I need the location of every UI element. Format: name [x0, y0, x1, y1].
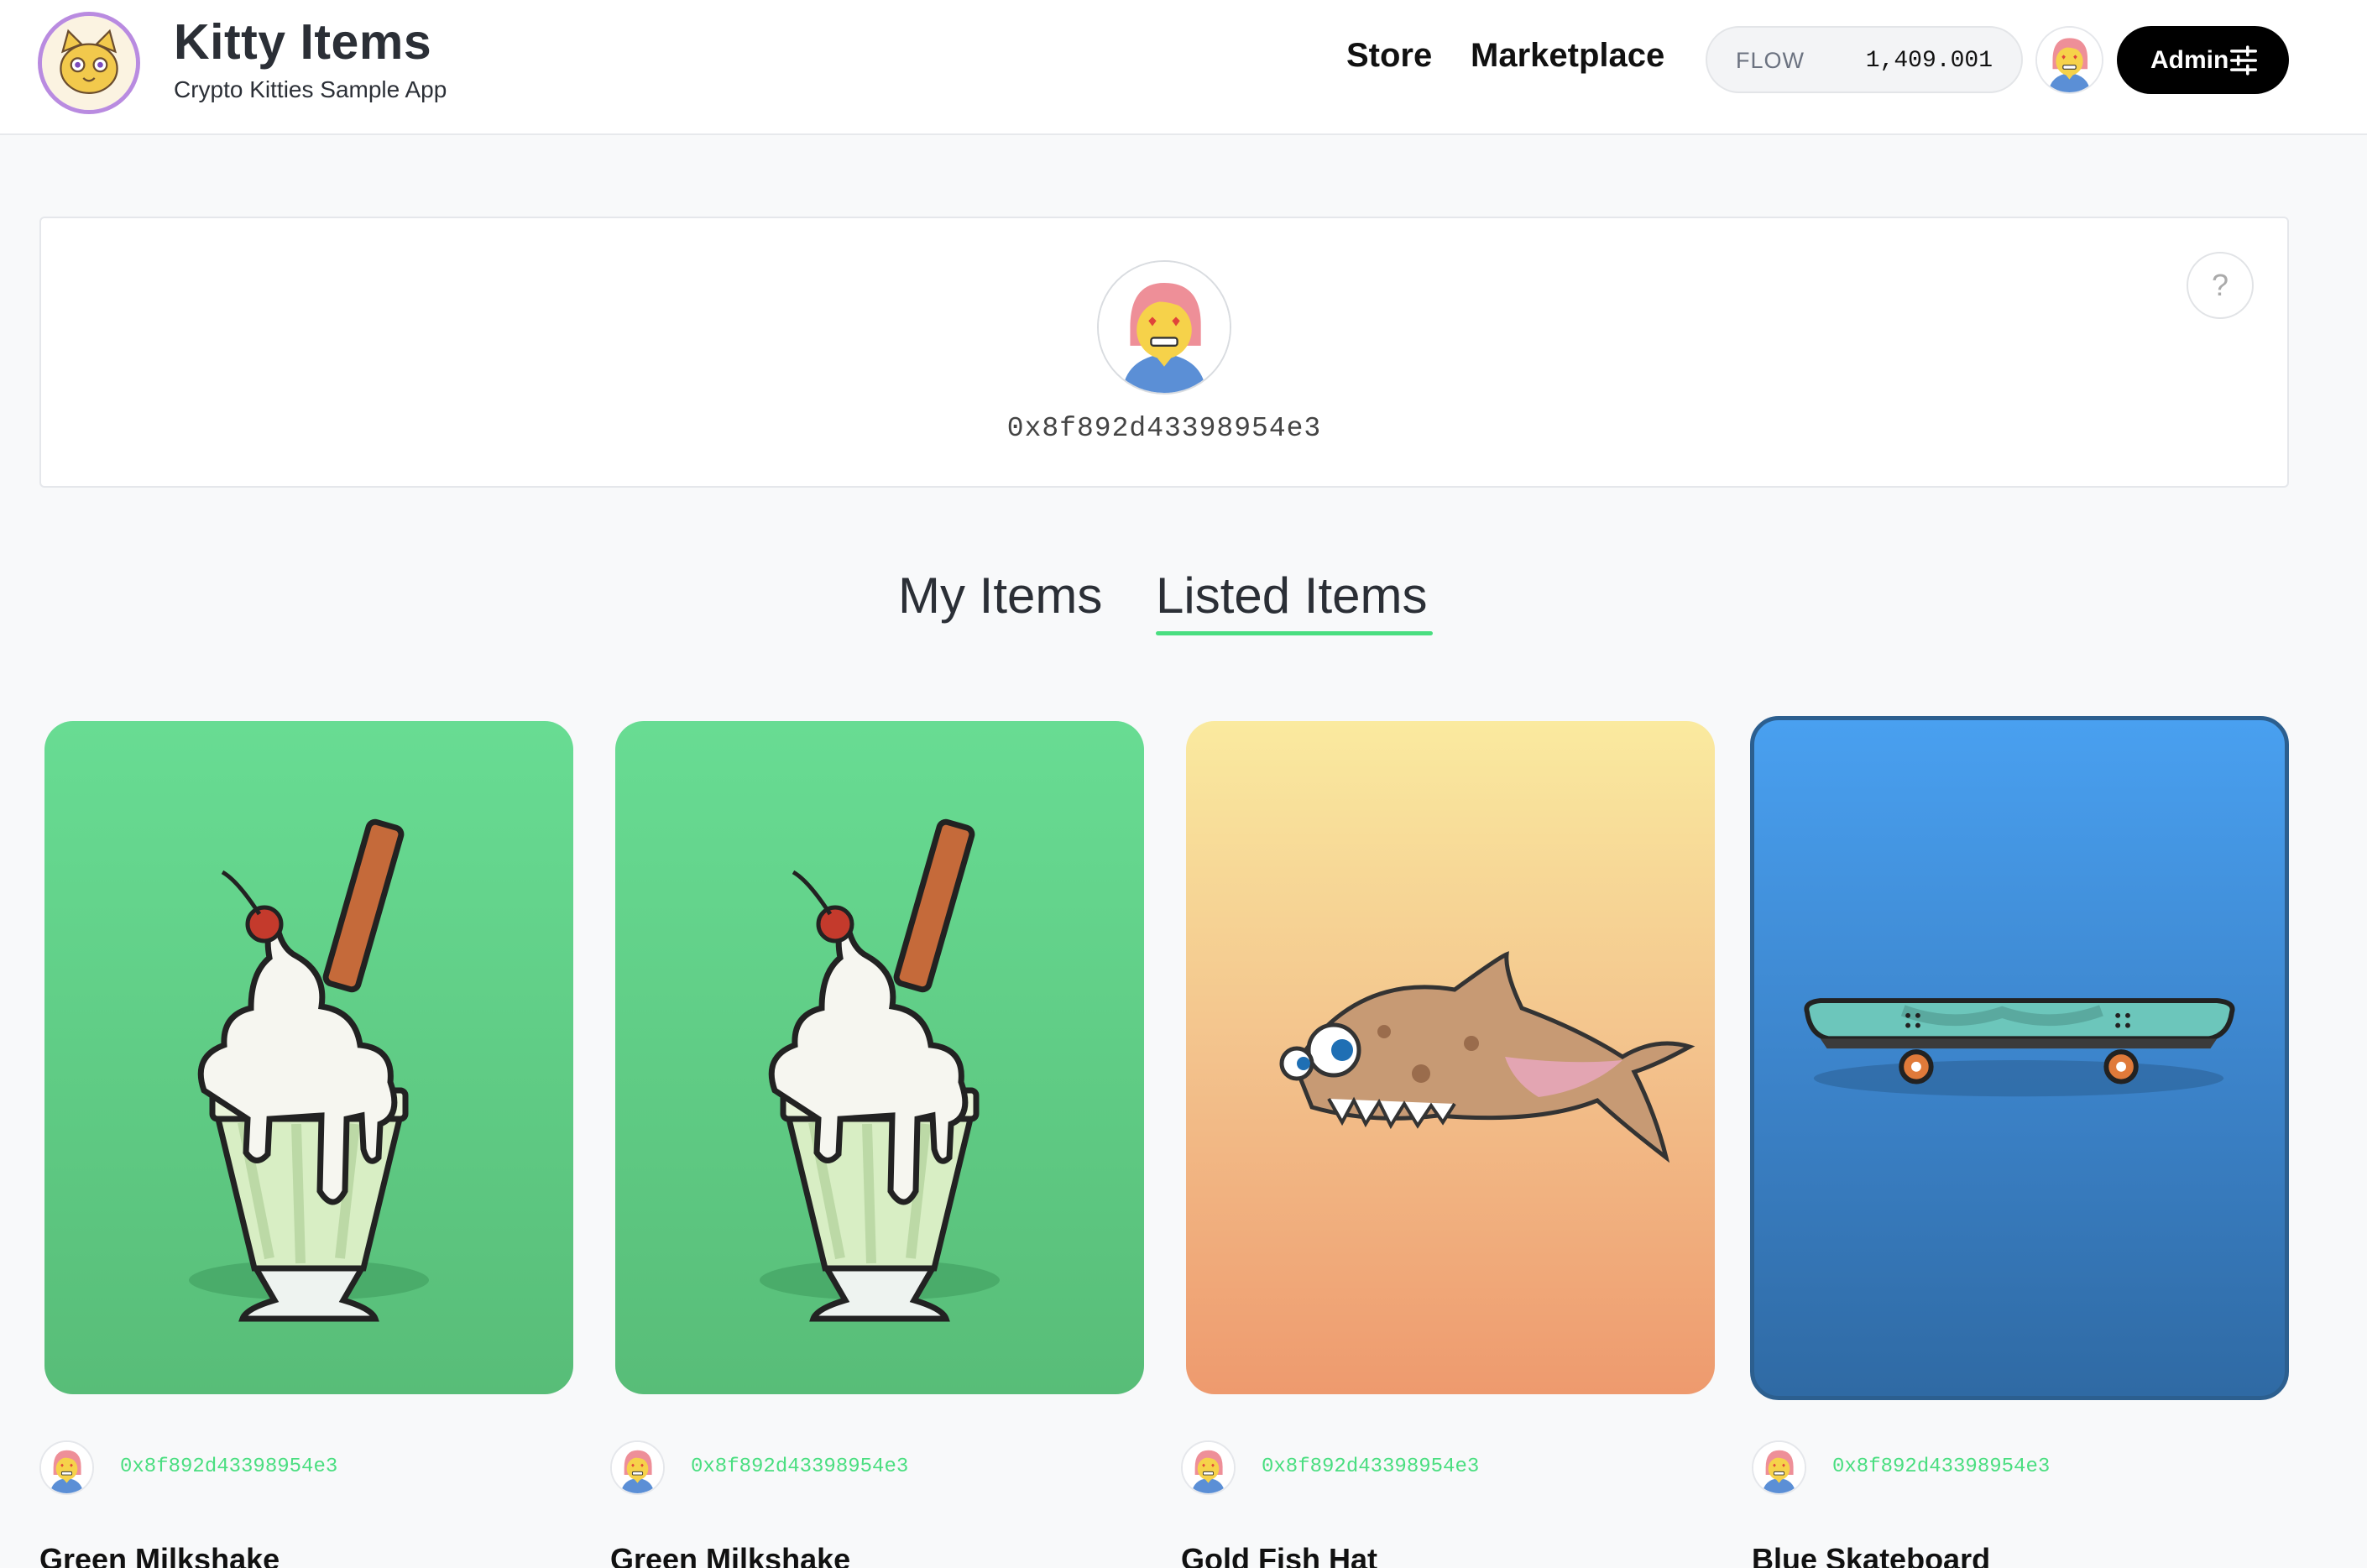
- profile-avatar: [1097, 260, 1231, 395]
- sliders-icon: [2230, 45, 2257, 76]
- item-card-image[interactable]: [1186, 721, 1715, 1394]
- help-button[interactable]: ?: [2187, 252, 2254, 319]
- nav-marketplace-link[interactable]: Marketplace: [1471, 37, 1664, 75]
- app-title: Kitty Items: [174, 14, 432, 70]
- item-card-image[interactable]: [1750, 716, 2289, 1400]
- profile-address: 0x8f892d43398954e3: [1006, 413, 1322, 444]
- user-avatar[interactable]: [2035, 26, 2103, 94]
- top-nav-bar: Kitty Items Crypto Kitties Sample App St…: [0, 0, 2367, 135]
- owner-avatar[interactable]: [39, 1440, 94, 1495]
- flow-balance-value: 1,409.001: [1865, 48, 1993, 74]
- owner-address-link[interactable]: 0x8f892d43398954e3: [1832, 1456, 2050, 1478]
- owner-avatar[interactable]: [1181, 1440, 1236, 1495]
- nav-store-link[interactable]: Store: [1346, 37, 1432, 75]
- owner-address-link[interactable]: 0x8f892d43398954e3: [691, 1456, 908, 1478]
- item-name[interactable]: Green Milkshake: [39, 1542, 280, 1568]
- admin-button[interactable]: Admin: [2117, 26, 2289, 94]
- flow-balance: FLOW 1,409.001: [1706, 26, 2023, 93]
- tab-listed-items[interactable]: Listed Items: [1156, 567, 1427, 625]
- item-name[interactable]: Green Milkshake: [610, 1542, 850, 1568]
- item-name[interactable]: Blue Skateboard: [1752, 1542, 1990, 1568]
- profile-card: 0x8f892d43398954e3 ?: [39, 217, 2289, 488]
- item-name[interactable]: Gold Fish Hat: [1181, 1542, 1377, 1568]
- milkshake-image: [615, 721, 1144, 1394]
- skateboard-image: [1754, 720, 2285, 1396]
- milkshake-image: [44, 721, 573, 1394]
- owner-avatar[interactable]: [1752, 1440, 1806, 1495]
- owner-address-link[interactable]: 0x8f892d43398954e3: [1262, 1456, 1479, 1478]
- flow-currency-label: FLOW: [1736, 48, 1805, 73]
- app-subtitle: Crypto Kitties Sample App: [174, 76, 447, 102]
- tab-my-items[interactable]: My Items: [898, 567, 1102, 625]
- owner-avatar[interactable]: [610, 1440, 665, 1495]
- admin-button-label: Admin: [2150, 46, 2229, 74]
- item-card-image[interactable]: [44, 721, 573, 1394]
- item-card-image[interactable]: [615, 721, 1144, 1394]
- active-tab-indicator: [1156, 631, 1433, 635]
- fish-hat-image: [1186, 721, 1715, 1394]
- owner-address-link[interactable]: 0x8f892d43398954e3: [120, 1456, 337, 1478]
- kitty-logo-icon[interactable]: [38, 12, 140, 114]
